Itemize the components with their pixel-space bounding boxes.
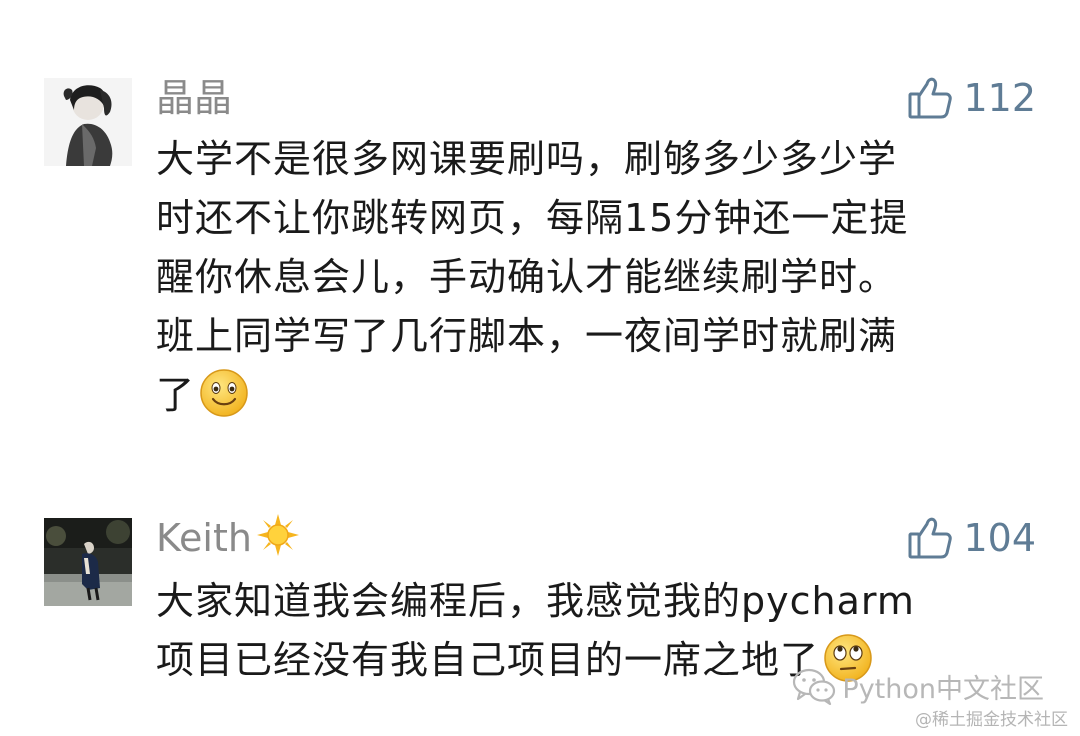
comment-author[interactable]: 晶晶 (156, 72, 232, 124)
sun-emoji-icon (256, 513, 300, 570)
comment-text: 大学不是很多网课要刷吗，刷够多少多少学 时还不让你跳转网页，每隔15分钟还一定提… (156, 130, 1026, 435)
comment-last-line: 了 (156, 366, 1026, 435)
comment-line: 大学不是很多网课要刷吗，刷够多少多少学 (156, 137, 898, 181)
watermark: Python中文社区 (792, 666, 1044, 706)
comment-line: 醒你休息会儿，手动确认才能继续刷学时。 (156, 255, 898, 299)
watermark-text: Python中文社区 (842, 673, 1044, 705)
comments-page: 晶晶 112 大学不是很多网课要刷吗，刷够多少多少学 时还不让你跳转网页，每隔1… (0, 0, 1080, 736)
thumbs-up-icon (907, 516, 953, 560)
like-button[interactable]: 104 (907, 510, 1036, 566)
user-avatar[interactable] (44, 518, 132, 606)
wechat-icon (793, 668, 836, 705)
like-count: 112 (963, 76, 1036, 120)
like-button[interactable]: 112 (907, 70, 1036, 126)
comment-line: 了 (156, 373, 196, 417)
comment-line: 项目已经没有我自己项目的一席之地了 (156, 638, 820, 682)
author-name: 晶晶 (156, 76, 233, 120)
comment-line: 时还不让你跳转网页，每隔15分钟还一定提 (156, 196, 909, 240)
comment-author[interactable]: Keith (156, 512, 300, 570)
like-count: 104 (963, 516, 1036, 560)
user-avatar[interactable] (44, 78, 132, 166)
comment-line: 大家知道我会编程后，我感觉我的pycharm (156, 579, 915, 623)
footer-watermark: @稀土掘金技术社区 (915, 710, 1068, 730)
author-name: Keith (156, 516, 252, 560)
smile-emoji-icon (199, 368, 249, 435)
thumbs-up-icon (907, 76, 953, 120)
comment-line: 班上同学写了几行脚本，一夜间学时就刷满 (156, 314, 898, 358)
